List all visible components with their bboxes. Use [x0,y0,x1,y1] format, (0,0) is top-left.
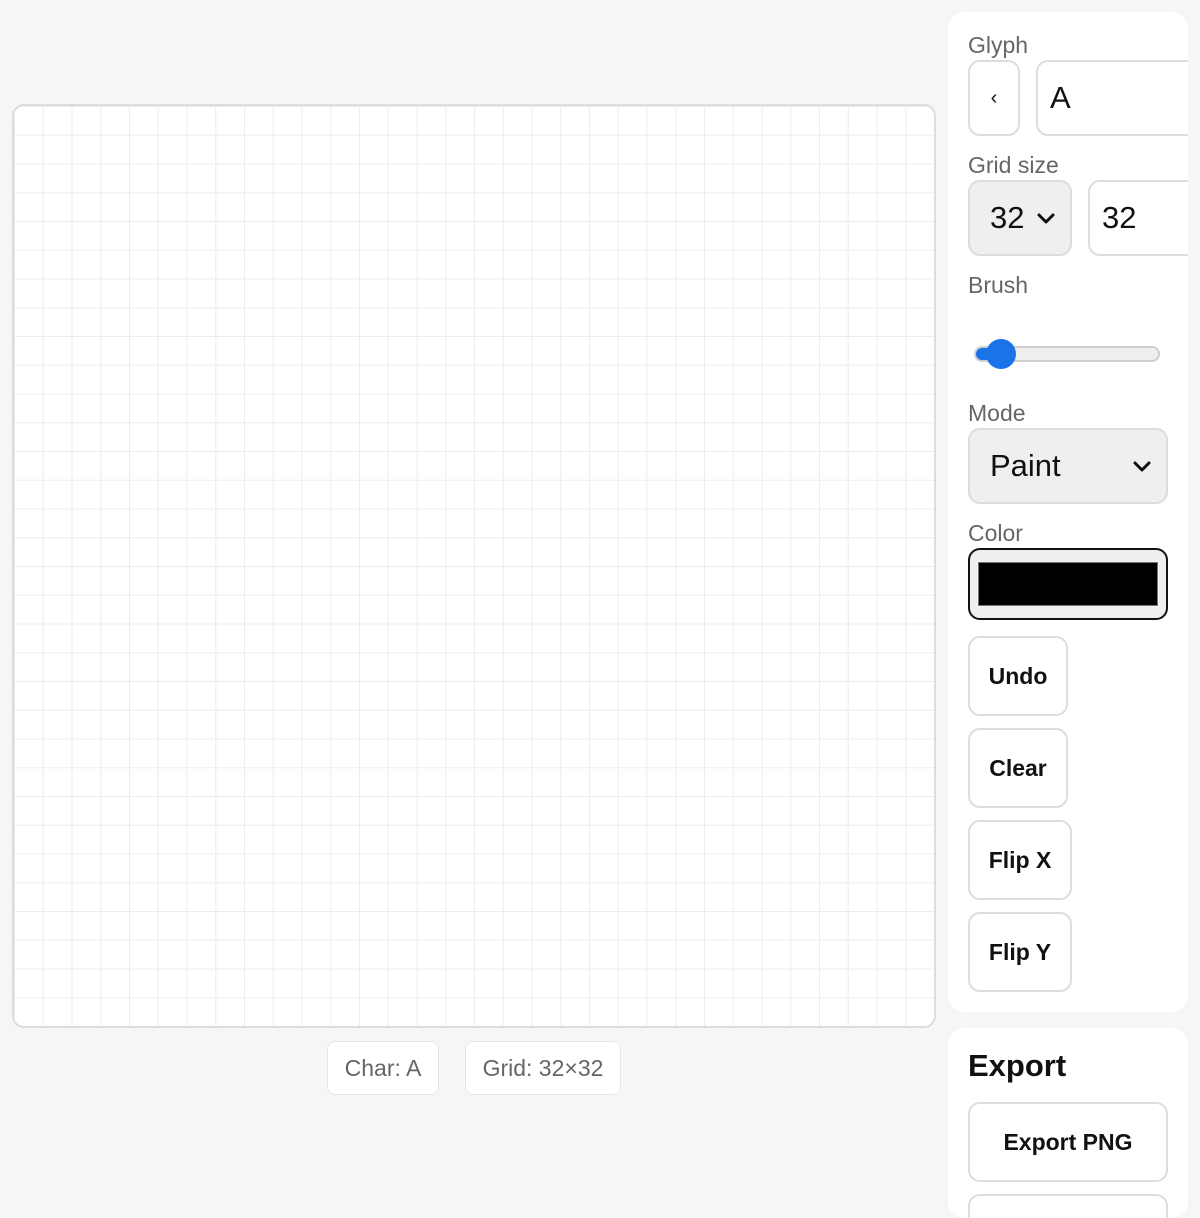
grid-size-select-value: 32 [990,200,1025,235]
color-picker[interactable] [968,548,1168,620]
glyph-label: Glyph [968,32,1029,58]
prev-glyph-button[interactable]: ‹ [968,60,1020,136]
pixel-grid[interactable] [14,106,934,1026]
undo-button[interactable]: Undo [968,636,1068,716]
export-title: Export [968,1048,1067,1083]
mode-select[interactable]: Paint [968,428,1168,504]
grid-size-input[interactable]: 32 [1088,180,1188,256]
mode-label: Mode [968,400,1026,426]
brush-slider-thumb[interactable] [986,339,1016,369]
brush-slider[interactable] [974,339,1160,369]
glyph-input[interactable]: A [1036,60,1188,136]
export-png-button[interactable]: Export PNG [968,1102,1168,1182]
flip-y-button[interactable]: Flip Y [968,912,1072,992]
brush-label: Brush [968,272,1029,298]
chevron-down-icon [1133,461,1151,472]
color-label: Color [968,520,1023,546]
chevron-down-icon [1037,213,1055,224]
flip-x-button[interactable]: Flip X [968,820,1072,900]
mode-select-value: Paint [990,448,1061,483]
grid-size-select[interactable]: 32 [968,180,1072,256]
glyph-canvas[interactable] [12,104,936,1028]
grid-size-label: Grid size [968,152,1059,178]
chevron-left-icon: ‹ [990,86,998,109]
status-grid: Grid: 32×32 [465,1041,621,1095]
color-swatch [978,562,1158,606]
export-panel: Export Export PNG [948,1028,1188,1218]
tools-panel: Glyph ‹ A Grid size 32 32 Brush Mode Pai… [948,12,1188,1012]
export-secondary-button[interactable] [968,1194,1168,1218]
clear-button[interactable]: Clear [968,728,1068,808]
status-char: Char: A [327,1041,439,1095]
